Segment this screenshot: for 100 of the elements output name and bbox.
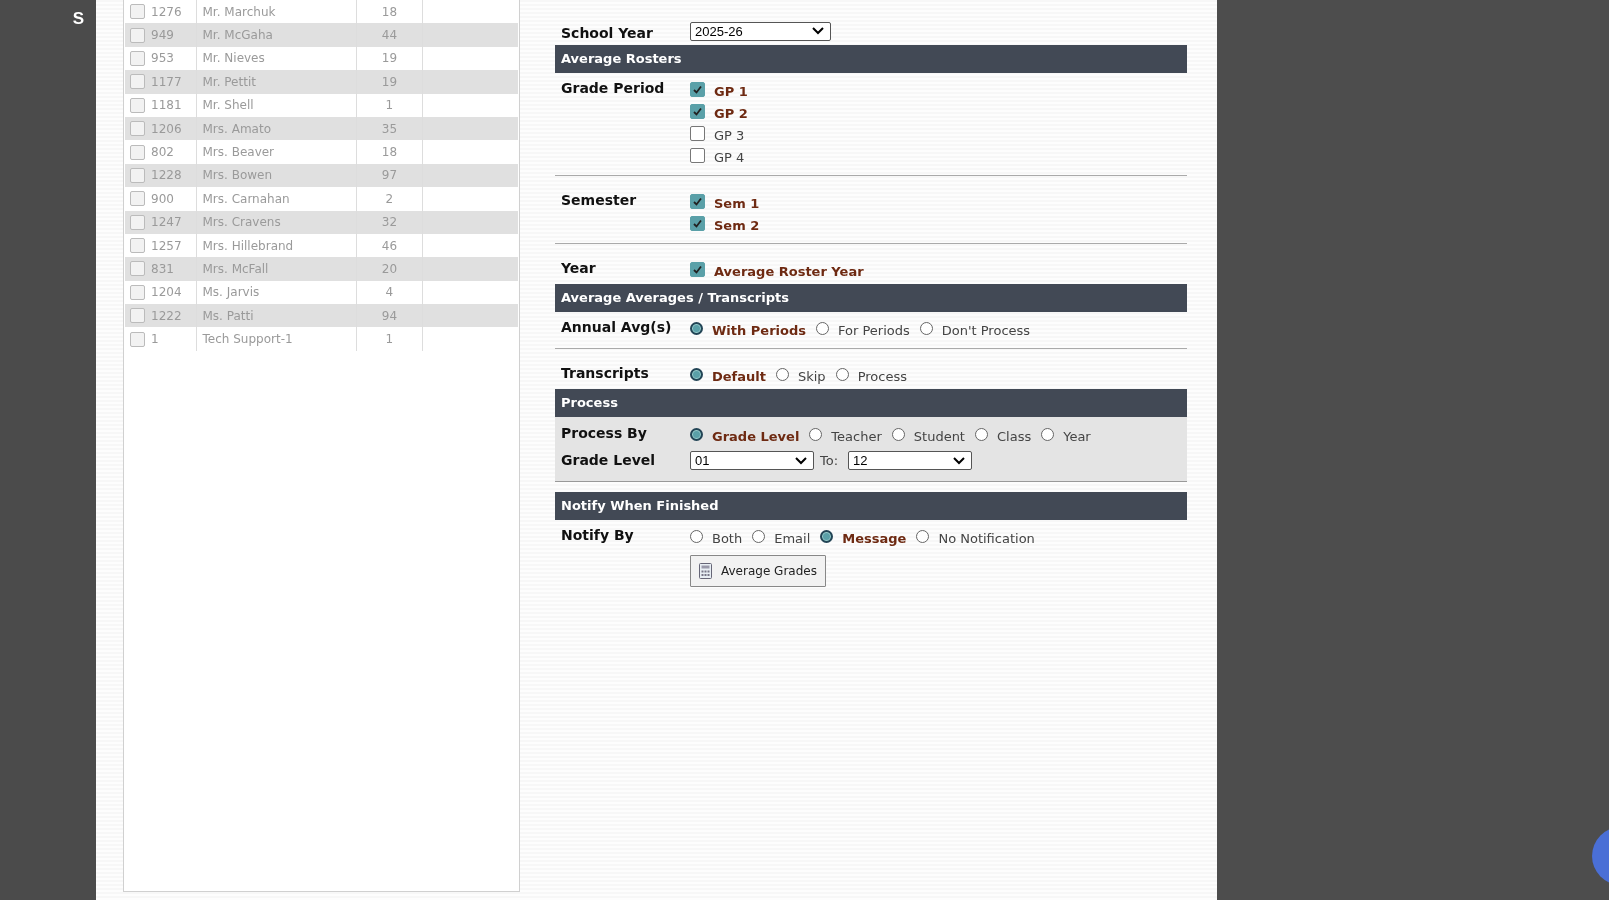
checkbox[interactable]: [690, 148, 705, 163]
checkmark-icon: [692, 84, 703, 95]
teacher-id: 1: [151, 331, 160, 349]
option-label: GP 4: [714, 148, 745, 165]
option-label: GP 2: [714, 104, 748, 121]
radio-button[interactable]: [835, 368, 849, 381]
teacher-name: Tech Support-1: [195, 327, 356, 351]
radio-button[interactable]: [690, 368, 703, 381]
option-label: Year: [1063, 427, 1091, 444]
row-checkbox[interactable]: [130, 284, 145, 300]
radio-button[interactable]: [752, 530, 766, 543]
row-checkbox[interactable]: [130, 238, 145, 254]
student-count: 1: [355, 93, 423, 117]
student-count: 44: [355, 23, 423, 47]
option-label: Skip: [797, 367, 826, 384]
teacher-id: 831: [151, 261, 175, 278]
radio-button[interactable]: [816, 322, 829, 335]
option-label: Both: [712, 529, 743, 546]
chevron-icon: [812, 27, 824, 35]
teacher-name: Mrs. Beaver: [195, 140, 356, 164]
option-label: Teacher: [831, 427, 882, 444]
row-checkbox[interactable]: [130, 191, 145, 207]
row-checkbox[interactable]: [130, 308, 145, 324]
teacher-id: 1247: [151, 214, 183, 232]
row-checkbox[interactable]: [130, 97, 145, 113]
field-label: Grade Level: [561, 451, 657, 468]
radio-button[interactable]: [809, 428, 823, 441]
row-checkbox[interactable]: [130, 121, 145, 137]
row-checkbox[interactable]: [130, 74, 145, 90]
checkmark-icon: [692, 264, 703, 275]
field-label: Process By: [561, 424, 648, 441]
option-label: Grade Level: [712, 427, 800, 444]
row-checkbox[interactable]: [130, 331, 145, 347]
student-count: 2: [355, 187, 423, 211]
checkbox[interactable]: [690, 126, 705, 141]
teacher-name: Mrs. McFall: [195, 257, 356, 281]
teacher-id: 1276: [151, 3, 183, 21]
option-label: For Periods: [838, 321, 910, 338]
radio-button[interactable]: [690, 428, 703, 441]
grade-from-select[interactable]: 01: [690, 451, 814, 470]
option-label: Email: [774, 529, 811, 546]
teacher-id: 1222: [151, 307, 183, 325]
student-count: 97: [355, 163, 423, 188]
teacher-id: 900: [151, 190, 175, 208]
radio-button[interactable]: [1041, 428, 1055, 441]
field-label: Notify By: [561, 526, 635, 543]
student-count: 1: [355, 327, 423, 351]
chevron-icon: [953, 456, 966, 465]
teacher-name: Mr. Shell: [195, 93, 356, 117]
grade-to-select[interactable]: 12: [848, 451, 973, 470]
option-label: Average Roster Year: [714, 262, 864, 279]
field-label: Semester: [561, 191, 638, 208]
teacher-id: 953: [151, 50, 175, 68]
teacher-id: 949: [151, 27, 175, 45]
school-year-select[interactable]: 2025-26: [690, 21, 831, 41]
average-grades-button[interactable]: Average Grades: [690, 555, 826, 587]
radio-button[interactable]: [690, 530, 703, 543]
teacher-id: 1204: [151, 284, 183, 302]
teacher-id: 1228: [151, 167, 183, 185]
checkmark-icon: [692, 196, 703, 207]
field-label: Year: [561, 259, 597, 276]
radio-button[interactable]: [891, 428, 905, 441]
option-label: Class: [997, 427, 1032, 444]
sidebar-letter: S: [71, 8, 85, 29]
field-label: Transcripts: [561, 364, 650, 381]
row-checkbox[interactable]: [130, 27, 145, 43]
section-header: Average Rosters: [555, 45, 1187, 73]
checkbox[interactable]: [690, 194, 705, 209]
row-checkbox[interactable]: [130, 50, 145, 66]
row-checkbox[interactable]: [130, 167, 145, 183]
chevron-icon: [795, 456, 807, 465]
radio-button[interactable]: [820, 530, 834, 543]
teacher-name: Mr. McGaha: [195, 23, 356, 47]
row-checkbox[interactable]: [130, 144, 145, 160]
teacher-name: Mrs. Amato: [195, 116, 356, 141]
radio-button[interactable]: [975, 428, 988, 441]
student-count: 18: [355, 140, 423, 164]
to-label: To:: [820, 453, 839, 468]
teacher-id: 1206: [151, 120, 183, 138]
radio-button[interactable]: [916, 530, 930, 543]
teacher-name: Mrs. Cravens: [195, 210, 356, 234]
checkbox[interactable]: [690, 82, 705, 97]
row-checkbox[interactable]: [130, 261, 145, 277]
checkbox[interactable]: [690, 104, 705, 119]
field-label: Annual Avg(s): [561, 318, 673, 335]
checkbox[interactable]: [690, 216, 705, 231]
radio-button[interactable]: [775, 368, 789, 381]
row-checkbox[interactable]: [130, 214, 145, 230]
row-checkbox[interactable]: [130, 4, 145, 20]
radio-button[interactable]: [690, 322, 703, 335]
checkbox[interactable]: [690, 262, 705, 277]
student-count: 32: [355, 210, 423, 234]
option-label: With Periods: [712, 321, 806, 338]
option-label: GP 3: [714, 126, 745, 143]
student-count: 94: [355, 304, 423, 328]
student-count: 35: [355, 116, 423, 141]
teacher-name: Ms. Patti: [195, 304, 356, 328]
radio-button[interactable]: [919, 322, 933, 335]
teacher-id: 1177: [151, 73, 183, 91]
teacher-id: 802: [151, 144, 175, 162]
